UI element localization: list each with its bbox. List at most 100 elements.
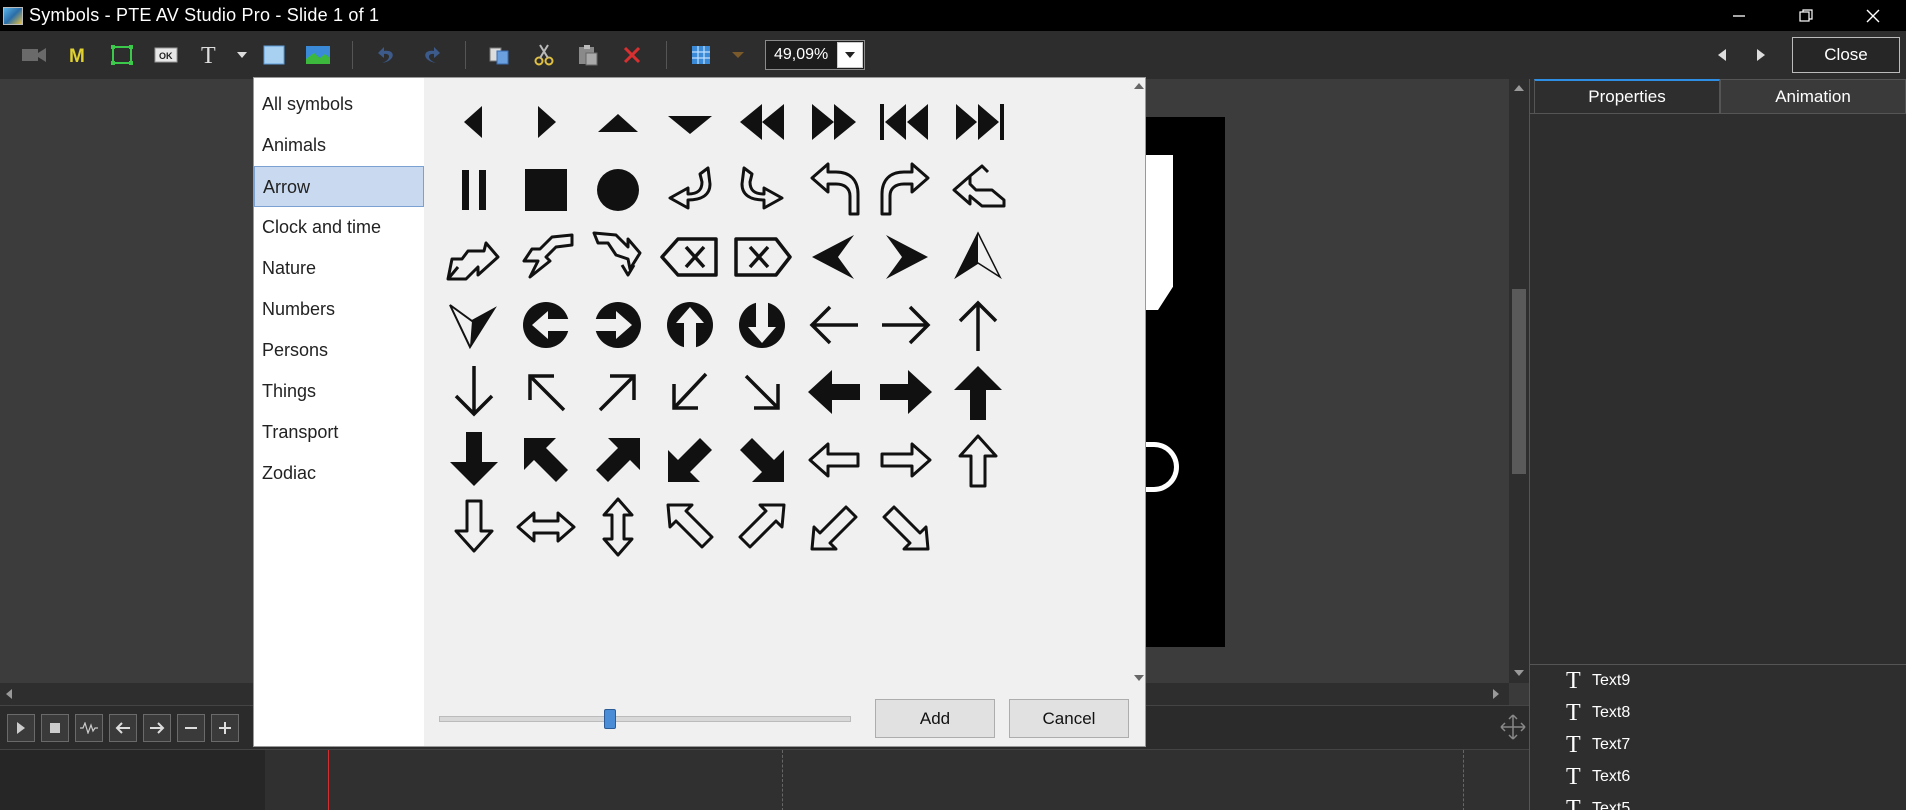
symbol-cell[interactable]	[506, 152, 586, 228]
symbol-cell[interactable]	[722, 354, 802, 430]
symbol-cell[interactable]	[578, 354, 658, 430]
scroll-up-icon[interactable]	[1134, 82, 1144, 89]
category-numbers[interactable]: Numbers	[254, 289, 424, 330]
mask-button[interactable]: M	[56, 37, 100, 73]
add-button[interactable]: Add	[875, 699, 995, 738]
scroll-down-icon[interactable]	[1514, 669, 1524, 677]
symbol-cell[interactable]	[578, 287, 658, 363]
close-button[interactable]: Close	[1792, 37, 1900, 73]
symbol-cell[interactable]	[938, 422, 1018, 498]
symbol-cell[interactable]	[434, 287, 514, 363]
symbol-cell[interactable]	[434, 152, 514, 228]
symbol-cell[interactable]	[794, 489, 874, 565]
symbol-cell[interactable]	[578, 422, 658, 498]
symbol-cell[interactable]	[650, 422, 730, 498]
category-animals[interactable]: Animals	[254, 125, 424, 166]
symbol-cell[interactable]	[650, 287, 730, 363]
slide-shape[interactable]	[1143, 155, 1173, 310]
move-handle-icon[interactable]	[1500, 714, 1526, 740]
cut-button[interactable]	[522, 37, 566, 73]
symbol-cell[interactable]	[578, 84, 658, 160]
symbol-cell[interactable]	[650, 219, 730, 295]
symbol-cell[interactable]	[434, 422, 514, 498]
scroll-up-icon[interactable]	[1514, 84, 1524, 92]
symbol-cell[interactable]	[506, 219, 586, 295]
symbol-cell[interactable]	[938, 219, 1018, 295]
redo-button[interactable]	[409, 37, 453, 73]
minimize-button[interactable]	[1705, 0, 1772, 31]
button-object-button[interactable]: OK	[144, 37, 188, 73]
category-arrow[interactable]: Arrow	[254, 166, 424, 207]
symbol-cell[interactable]	[722, 84, 802, 160]
symbol-cell[interactable]	[506, 422, 586, 498]
timeline-playhead[interactable]	[328, 750, 329, 810]
symbol-cell[interactable]	[794, 84, 874, 160]
symbol-cell[interactable]	[722, 287, 802, 363]
symbol-cell[interactable]	[578, 152, 658, 228]
symbol-cell[interactable]	[434, 354, 514, 430]
category-zodiac[interactable]: Zodiac	[254, 453, 424, 494]
symbol-cell[interactable]	[434, 219, 514, 295]
scrollbar-thumb[interactable]	[1512, 289, 1526, 474]
symbol-cell[interactable]	[722, 219, 802, 295]
symbol-cell[interactable]	[938, 287, 1018, 363]
symbol-cell[interactable]	[578, 219, 658, 295]
next-slide-button[interactable]	[1751, 45, 1771, 65]
grid-button[interactable]	[679, 37, 723, 73]
tab-properties[interactable]: Properties	[1534, 79, 1720, 113]
scroll-down-icon[interactable]	[1134, 675, 1144, 682]
scroll-left-icon[interactable]	[5, 689, 13, 699]
video-camera-button[interactable]	[12, 37, 56, 73]
timeline-area[interactable]	[0, 749, 1529, 810]
symbol-cell[interactable]	[866, 422, 946, 498]
symbol-cell[interactable]	[866, 219, 946, 295]
symbol-cell[interactable]	[722, 152, 802, 228]
zoom-combobox[interactable]: 49,09%	[765, 40, 865, 70]
category-transport[interactable]: Transport	[254, 412, 424, 453]
object-list-item[interactable]: T Text6	[1530, 761, 1906, 793]
scroll-right-icon[interactable]	[1492, 689, 1500, 699]
symbol-cell[interactable]	[722, 489, 802, 565]
workspace-vertical-scrollbar[interactable]	[1509, 79, 1529, 683]
symbol-cell[interactable]	[722, 422, 802, 498]
symbol-cell[interactable]	[578, 489, 658, 565]
text-dropdown-button[interactable]	[232, 37, 252, 73]
symbol-cell[interactable]	[506, 84, 586, 160]
symbol-cell[interactable]	[866, 287, 946, 363]
symbol-cell[interactable]	[938, 152, 1018, 228]
text-button[interactable]: T	[188, 37, 232, 73]
stop-button[interactable]	[41, 713, 69, 742]
symbol-cell[interactable]	[794, 219, 874, 295]
symbol-cell[interactable]	[506, 489, 586, 565]
symbol-cell[interactable]	[866, 489, 946, 565]
undo-button[interactable]	[365, 37, 409, 73]
rectangle-button[interactable]	[252, 37, 296, 73]
object-list-item[interactable]: T Text5	[1530, 793, 1906, 810]
symbol-cell[interactable]	[506, 354, 586, 430]
symbol-cell[interactable]	[650, 354, 730, 430]
symbol-cell[interactable]	[866, 152, 946, 228]
slider-handle[interactable]	[604, 709, 616, 729]
zoom-in-timeline-button[interactable]	[211, 713, 239, 742]
play-button[interactable]	[7, 713, 35, 742]
symbol-cell[interactable]	[794, 152, 874, 228]
category-nature[interactable]: Nature	[254, 248, 424, 289]
move-left-button[interactable]	[109, 713, 137, 742]
copy-button[interactable]	[478, 37, 522, 73]
waveform-button[interactable]	[75, 713, 103, 742]
previous-slide-button[interactable]	[1712, 45, 1732, 65]
timeline-track[interactable]	[265, 750, 1529, 810]
object-list-item[interactable]: T Text8	[1530, 697, 1906, 729]
symbol-cell[interactable]	[650, 84, 730, 160]
symbol-cell[interactable]	[866, 84, 946, 160]
category-clock-and-time[interactable]: Clock and time	[254, 207, 424, 248]
symbol-cell[interactable]	[938, 84, 1018, 160]
zoom-out-timeline-button[interactable]	[177, 713, 205, 742]
symbol-cell[interactable]	[650, 489, 730, 565]
frame-button[interactable]	[100, 37, 144, 73]
object-list-item[interactable]: T Text7	[1530, 729, 1906, 761]
symbol-cell[interactable]	[434, 489, 514, 565]
cancel-button[interactable]: Cancel	[1009, 699, 1129, 738]
symbol-cell[interactable]	[794, 287, 874, 363]
tab-animation[interactable]: Animation	[1720, 79, 1906, 113]
